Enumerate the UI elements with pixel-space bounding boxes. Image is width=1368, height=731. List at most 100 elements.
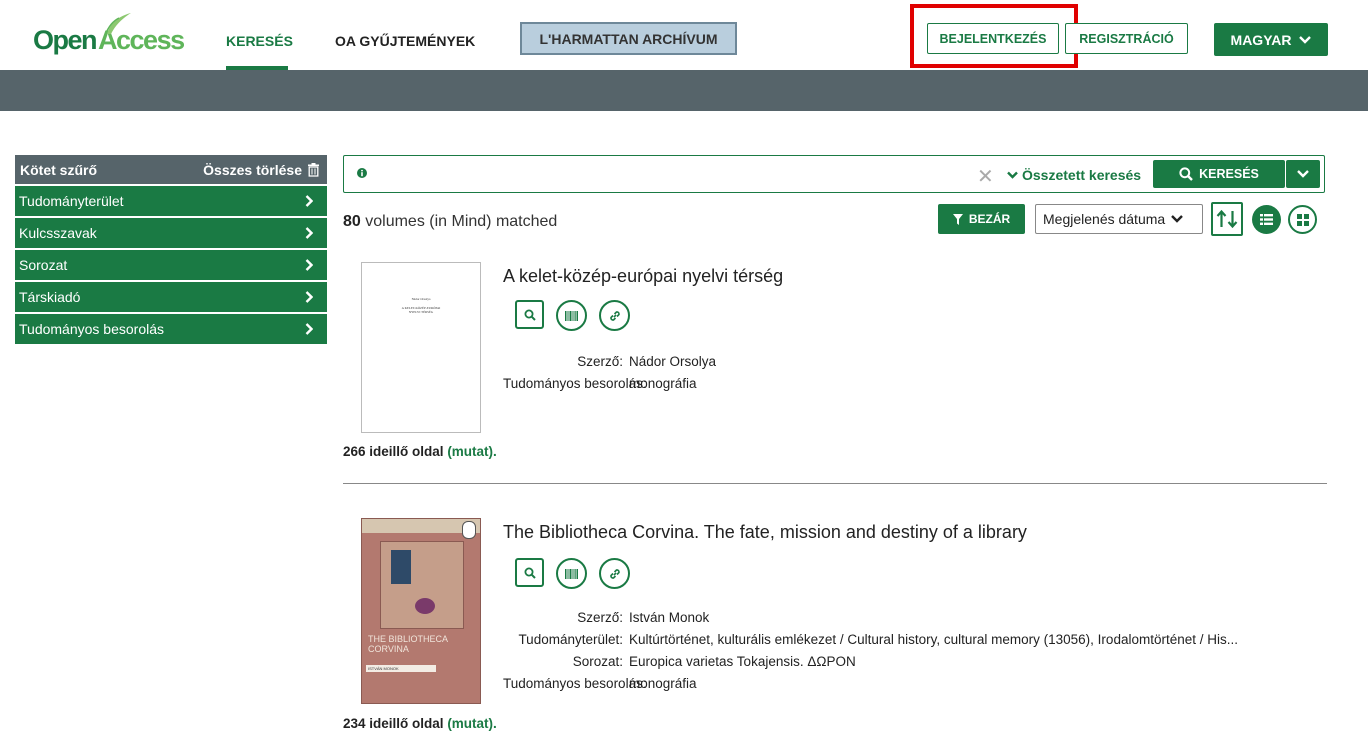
meta-row-classification: Tudományos besorolás: monográfia [503,672,1238,694]
show-pages-link[interactable]: (mutat). [447,444,497,459]
chevron-right-icon [305,259,313,271]
link-button[interactable] [599,558,630,589]
leaf-icon [104,13,131,36]
barcode-icon [565,310,578,321]
barcode-button[interactable] [556,558,587,589]
sort-direction-toggle[interactable] [1211,202,1243,236]
filter-scientific-classification[interactable]: Tudományos besorolás [15,314,327,344]
chevron-right-icon [305,323,313,335]
filter-co-publisher[interactable]: Társkiadó [15,282,327,312]
advanced-search-toggle[interactable]: Összetett keresés [1007,167,1141,183]
sort-arrows-icon [1216,209,1238,229]
chevron-down-icon [1007,171,1018,179]
nav-oa-collections[interactable]: OA GYŰJTEMÉNYEK [335,33,475,49]
top-header: Open Access KERESÉS OA GYŰJTEMÉNYEK L'HA… [0,0,1368,70]
info-icon[interactable] [357,168,367,178]
cover-title: THE BIBLIOTHECA CORVINA [368,634,448,654]
book-cover[interactable]: THE BIBLIOTHECA CORVINA ISTVÁN MONOK [361,518,481,704]
relevant-pages: 266 ideillő oldal (mutat). [343,444,497,459]
search-icon [1179,167,1193,181]
language-select-button[interactable]: MAGYAR [1214,23,1328,56]
preview-button[interactable] [515,300,544,329]
meta-key: Tudományos besorolás: [503,375,647,391]
relevant-pages-count: 266 ideillő oldal [343,444,444,459]
search-button[interactable]: KERESÉS [1153,160,1285,188]
chevron-down-icon [1299,35,1312,44]
cover-author: ISTVÁN MONOK [366,665,436,672]
clear-search-icon[interactable]: ✕ [977,164,994,189]
result-count-text: volumes (in Mind) matched [365,213,558,230]
meta-value: Kultúrtörténet, kulturális emlékezet / C… [629,631,1238,647]
harmattan-archive-button[interactable]: L'HARMATTAN ARCHÍVUM [520,22,737,55]
cover-title-line: THE BIBLIOTHECA [368,634,449,644]
book-cover[interactable]: Nádor Orsolya A KELET-KÖZÉP-EURÓPAI NYEL… [361,262,481,433]
relevant-pages-count: 234 ideillő oldal [343,716,444,731]
meta-row-author: Szerző: István Monok [503,606,1238,628]
relevant-pages: 234 ideillő oldal (mutat). [343,716,497,731]
chevron-right-icon [305,291,313,303]
result-actions [515,558,630,589]
search-icon [524,309,536,321]
result-actions [515,300,630,331]
chevron-down-icon [1171,215,1184,223]
close-label: BEZÁR [968,212,1011,226]
cover-title-line: CORVINA [368,644,409,654]
meta-value: Europica varietas Tokajensis. ΔΩΡΟΝ [629,653,856,669]
meta-row-field-of-science: Tudományterület: Kultúrtörténet, kulturá… [503,628,1238,650]
filter-label: Tudományterület [19,193,124,209]
nav-search[interactable]: KERESÉS [226,33,293,49]
show-pages-link[interactable]: (mutat). [447,716,497,731]
meta-value: István Monok [629,609,710,625]
meta-value: monográfia [629,375,697,391]
trash-icon [308,162,319,177]
result-count-number: 80 [343,213,361,230]
filter-field-of-science[interactable]: Tudományterület [15,186,327,216]
result-metadata: Szerző: István Monok Tudományterület: Ku… [503,606,1238,694]
meta-key: Szerző: [577,353,623,369]
register-button[interactable]: REGISZTRÁCIÓ [1065,23,1188,54]
chevron-down-icon [1297,170,1309,178]
meta-key: Sorozat: [572,653,623,669]
search-icon [524,567,536,579]
filter-header: Kötet szűrő Összes törlése [15,155,327,184]
filter-keywords[interactable]: Kulcsszavak [15,218,327,248]
filter-icon [952,213,963,225]
meta-key: Tudományos besorolás: [503,675,647,691]
search-options-dropdown[interactable] [1286,160,1320,188]
volume-filter-sidebar: Kötet szűrő Összes törlése Tudományterül… [15,155,327,344]
preview-button[interactable] [515,558,544,587]
chevron-right-icon [305,195,313,207]
publisher-emblem [462,521,476,539]
search-button-label: KERESÉS [1199,167,1259,181]
meta-row-author: Szerző: Nádor Orsolya [503,350,716,372]
openaccess-logo[interactable]: Open Access [33,13,185,56]
meta-key: Tudományterület: [518,631,623,647]
link-button[interactable] [599,300,630,331]
cover-illustration [380,541,464,629]
filter-label: Társkiadó [19,289,81,305]
list-view-button[interactable] [1252,205,1281,234]
list-icon [1260,214,1273,225]
cover-illustration-detail [415,598,435,614]
meta-row-classification: Tudományos besorolás: monográfia [503,372,716,394]
filter-series[interactable]: Sorozat [15,250,327,280]
cover-illustration-detail [391,550,411,584]
search-input[interactable]: ✕ Összetett keresés KERESÉS [343,155,1325,193]
barcode-button[interactable] [556,300,587,331]
filter-label: Sorozat [19,257,68,273]
grid-view-button[interactable] [1288,205,1317,234]
result-title[interactable]: A kelet-közép-európai nyelvi térség [503,266,783,287]
close-filter-button[interactable]: BEZÁR [938,204,1025,234]
meta-key: Szerző: [577,609,623,625]
language-label: MAGYAR [1230,31,1292,48]
meta-value: Nádor Orsolya [629,353,717,369]
sort-select[interactable]: Megjelenés dátuma [1035,204,1203,234]
login-button[interactable]: BEJELENTKEZÉS [927,23,1059,54]
logo-open-text: Open [33,25,98,55]
clear-all-label: Összes törlése [203,161,302,178]
cover-text: Nádor Orsolya A KELET-KÖZÉP-EURÓPAI NYEL… [362,297,480,314]
clear-all-filters-button[interactable]: Összes törlése [203,162,319,178]
result-divider [343,483,1327,484]
result-title[interactable]: The Bibliotheca Corvina. The fate, missi… [503,522,1027,543]
barcode-icon [565,568,578,579]
